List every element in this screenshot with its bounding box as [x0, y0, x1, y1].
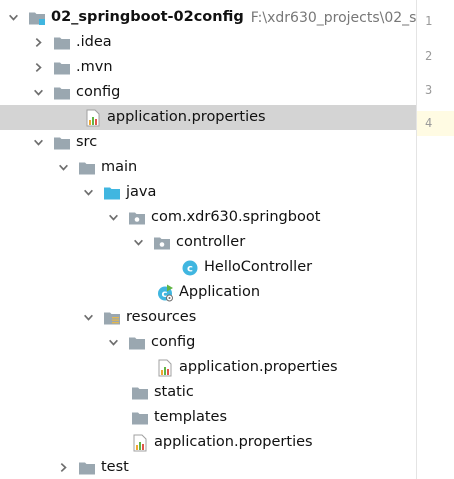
chevron-down-icon[interactable]	[31, 86, 45, 100]
tree-row-config[interactable]: config	[0, 80, 416, 105]
tree-row-resources-application-properties[interactable]: application.properties	[0, 430, 416, 455]
tree-label-idea: .idea	[76, 34, 112, 50]
line-number: 2	[425, 49, 433, 63]
source-folder-icon	[103, 184, 121, 202]
tree-row-main[interactable]: main	[0, 155, 416, 180]
tree-label-templates: templates	[154, 409, 228, 425]
tree-label-config: config	[76, 84, 121, 100]
tree-label-config-props: application.properties	[107, 109, 266, 125]
current-line-number: 4	[417, 111, 454, 136]
folder-icon	[78, 459, 96, 477]
folder-icon	[128, 334, 146, 352]
package-icon	[128, 209, 146, 227]
tree-row-src[interactable]: src	[0, 130, 416, 155]
folder-icon	[53, 134, 71, 152]
tree-row-java[interactable]: java	[0, 180, 416, 205]
project-path: F:\xdr630_projects\02_s	[250, 9, 416, 26]
properties-file-icon	[131, 434, 149, 452]
chevron-down-icon[interactable]	[106, 211, 120, 225]
tree-label-hello-controller: HelloController	[204, 259, 313, 275]
chevron-down-icon[interactable]	[106, 336, 120, 350]
tree-row-project-root[interactable]: 02_springboot-02config F:\xdr630_project…	[0, 5, 416, 30]
folder-icon	[131, 409, 149, 427]
chevron-down-icon[interactable]	[81, 186, 95, 200]
resources-folder-icon	[103, 309, 121, 327]
folder-icon	[78, 159, 96, 177]
line-number: 3	[425, 83, 433, 97]
tree-label-application: Application	[179, 284, 261, 300]
chevron-right-icon[interactable]	[31, 36, 45, 50]
chevron-right-icon[interactable]	[56, 461, 70, 475]
tree-row-test[interactable]: test	[0, 455, 416, 479]
tree-row-config-application-properties[interactable]: application.properties	[0, 105, 416, 130]
tree-row-application[interactable]: c Application	[0, 280, 416, 305]
tree-label-static: static	[154, 384, 194, 400]
chevron-right-icon[interactable]	[31, 61, 45, 75]
tree-row-resources[interactable]: resources	[0, 305, 416, 330]
editor-gutter: 1 2 3 4	[416, 0, 454, 479]
tree-label-mvn: .mvn	[76, 59, 113, 75]
java-class-icon: c	[181, 259, 199, 277]
tree-row-hello-controller[interactable]: c HelloController	[0, 255, 416, 280]
project-name: 02_springboot-02config	[51, 9, 244, 25]
package-icon	[153, 234, 171, 252]
tree-row-idea[interactable]: .idea	[0, 30, 416, 55]
tree-label-main: main	[101, 159, 138, 175]
tree-row-package[interactable]: com.xdr630.springboot	[0, 205, 416, 230]
tree-label-package: com.xdr630.springboot	[151, 209, 321, 225]
chevron-down-icon[interactable]	[31, 136, 45, 150]
tree-row-templates[interactable]: templates	[0, 405, 416, 430]
chevron-down-icon[interactable]	[6, 11, 20, 25]
tree-label-res-props: application.properties	[154, 434, 313, 450]
tree-row-resources-config[interactable]: config	[0, 330, 416, 355]
folder-icon	[53, 34, 71, 52]
tree-row-controller[interactable]: controller	[0, 230, 416, 255]
svg-text:c: c	[187, 263, 193, 274]
project-tree[interactable]: 02_springboot-02config F:\xdr630_project…	[0, 0, 416, 479]
chevron-down-icon[interactable]	[131, 236, 145, 250]
tree-label-test: test	[101, 459, 129, 475]
chevron-down-icon[interactable]	[81, 311, 95, 325]
tree-label-src: src	[76, 134, 98, 150]
properties-file-icon	[84, 109, 102, 127]
tree-label-resources: resources	[126, 309, 197, 325]
tree-label-controller: controller	[176, 234, 246, 250]
line-number: 1	[425, 14, 433, 28]
chevron-down-icon[interactable]	[56, 161, 70, 175]
spring-boot-class-icon: c	[156, 284, 174, 302]
properties-file-icon	[156, 359, 174, 377]
folder-icon	[131, 384, 149, 402]
tree-label-resources-config: config	[151, 334, 196, 350]
tree-label-java: java	[126, 184, 157, 200]
tree-row-resources-config-application-properties[interactable]: application.properties	[0, 355, 416, 380]
tree-label-res-config-props: application.properties	[179, 359, 338, 375]
folder-icon	[53, 59, 71, 77]
module-folder-icon	[28, 9, 46, 27]
tree-row-mvn[interactable]: .mvn	[0, 55, 416, 80]
folder-icon	[53, 84, 71, 102]
tree-row-static[interactable]: static	[0, 380, 416, 405]
